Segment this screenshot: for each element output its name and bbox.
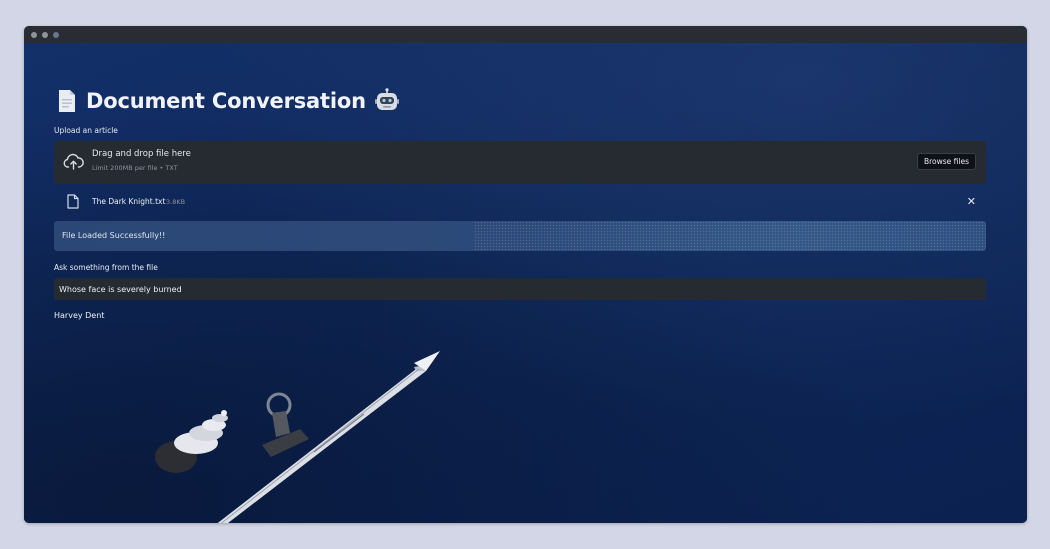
window-close-dot[interactable] [31, 32, 37, 38]
dropzone-instructions: Drag and drop file here [92, 149, 191, 159]
uploaded-file-name: The Dark Knight.txt [92, 197, 166, 206]
success-alert: File Loaded Successfully!! [54, 221, 986, 251]
window-titlebar [24, 26, 1027, 43]
binder-clip-illustration [262, 392, 309, 457]
browser-window: Document Conversation Upload an article … [24, 26, 1027, 523]
background-photo [155, 351, 440, 523]
swirl-sculpture-illustration [155, 410, 228, 473]
close-icon[interactable]: ✕ [967, 195, 976, 208]
document-icon [59, 90, 75, 112]
cloud-upload-icon [63, 153, 84, 170]
query-input[interactable] [54, 278, 986, 300]
app-main: Document Conversation Upload an article … [24, 43, 1027, 523]
page-title-row: Document Conversation [58, 85, 400, 117]
browse-files-button[interactable]: Browse files [916, 153, 976, 170]
pencil-illustration [217, 351, 440, 523]
uploaded-file-size: 3.8KB [166, 198, 186, 206]
file-icon [67, 194, 79, 209]
upload-label: Upload an article [54, 126, 118, 135]
success-message: File Loaded Successfully!! [62, 231, 166, 240]
uploaded-file-row: The Dark Knight.txt 3.8KB ✕ [54, 192, 986, 212]
file-dropzone[interactable]: Drag and drop file here Limit 200MB per … [54, 141, 986, 184]
dropzone-limit: Limit 200MB per file • TXT [92, 164, 178, 172]
robot-icon [374, 88, 399, 110]
query-label: Ask something from the file [54, 263, 158, 272]
window-minimize-dot[interactable] [42, 32, 48, 38]
answer-text: Harvey Dent [54, 311, 105, 320]
window-maximize-dot[interactable] [53, 32, 59, 38]
page-title: Document Conversation [86, 89, 366, 113]
